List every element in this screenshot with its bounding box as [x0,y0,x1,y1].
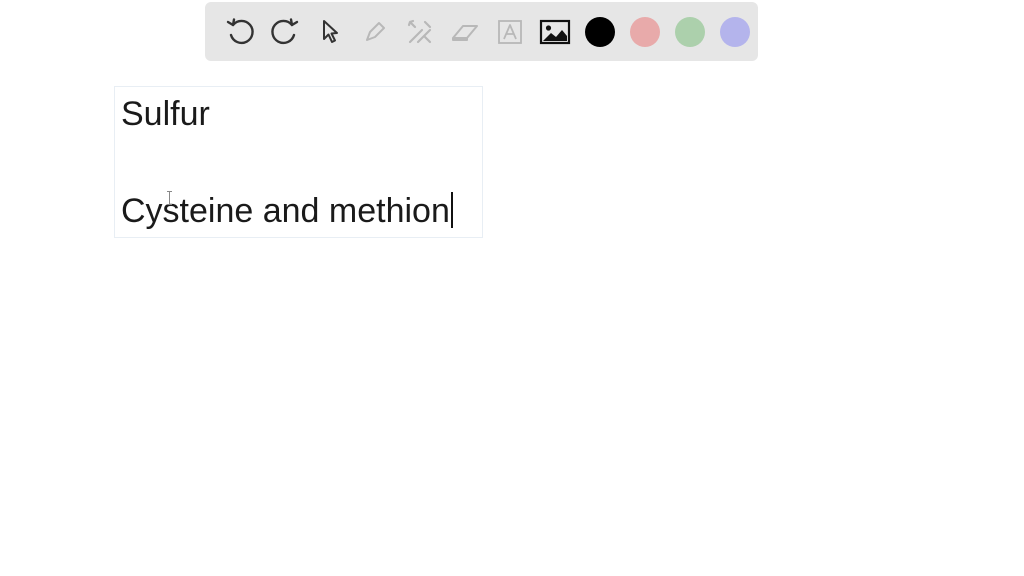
color-swatch-green[interactable] [667,9,712,54]
color-swatch-black[interactable] [577,9,622,54]
eraser-icon [451,24,478,41]
redo-button[interactable] [262,9,307,54]
drawing-toolbar [205,2,758,61]
pen-icon [365,21,385,41]
image-button[interactable] [532,9,577,54]
undo-button[interactable] [217,9,262,54]
redo-icon [270,17,298,44]
color-swatch-dot [674,16,705,47]
text-line-2: Cysteine and methion [121,192,453,231]
color-swatch-pink[interactable] [622,9,667,54]
eraser-button[interactable] [442,9,487,54]
color-swatch-dot [584,16,615,47]
undo-icon [226,17,254,44]
color-swatch-lavender[interactable] [712,9,757,54]
tools-button[interactable] [397,9,442,54]
image-icon [539,19,570,44]
ibeam-cursor-icon [167,191,172,205]
tools-icon [407,19,431,43]
color-swatch-dot [719,16,750,47]
pen-button[interactable] [352,9,397,54]
text-line-2-content: Cysteine and methion [121,192,450,230]
select-button[interactable] [307,9,352,54]
text-box[interactable]: Sulfur Cysteine and methion [114,86,483,238]
whiteboard-canvas[interactable]: Sulfur Cysteine and methion [0,0,1024,576]
text-line-1: Sulfur [121,95,210,133]
text-caret [450,192,453,228]
pointer-icon [322,19,338,43]
text-tool-icon [497,19,522,44]
color-swatch-dot [629,16,660,47]
text-button[interactable] [487,9,532,54]
